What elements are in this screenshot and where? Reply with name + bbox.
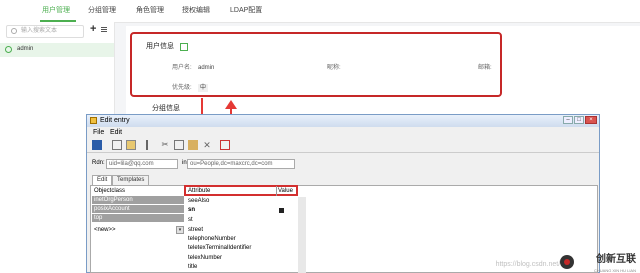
objectclass-row[interactable]: posixAccount bbox=[92, 205, 184, 213]
menu-file[interactable]: File bbox=[93, 128, 104, 137]
attribute-row[interactable]: teletexTerminalIdentifier bbox=[186, 244, 276, 253]
objectclass-header: Objectclass bbox=[94, 188, 126, 194]
dialog-titlebar[interactable] bbox=[87, 115, 599, 127]
tab-user-management[interactable]: 用户管理 bbox=[42, 4, 70, 18]
value-edit-icon[interactable] bbox=[279, 208, 284, 213]
attribute-row[interactable]: seeAlso bbox=[186, 197, 276, 206]
username-value: admin bbox=[198, 65, 215, 71]
search-input[interactable]: 输入搜索文本 bbox=[6, 25, 84, 38]
attribute-row[interactable]: telexNumber bbox=[186, 254, 276, 263]
tab-edit[interactable]: Edit bbox=[92, 175, 113, 185]
minimize-button[interactable]: – bbox=[563, 116, 573, 124]
attribute-row[interactable]: st bbox=[186, 216, 276, 225]
arrow-up-head bbox=[225, 100, 237, 109]
attribute-row[interactable]: telephoneNumber bbox=[186, 235, 276, 244]
save-icon[interactable] bbox=[92, 140, 102, 150]
nickname-label: 昵称: bbox=[327, 65, 341, 71]
sidebar-item-admin[interactable]: admin bbox=[0, 43, 114, 57]
attribute-header: Attribute bbox=[188, 188, 211, 194]
refresh-icon[interactable] bbox=[220, 140, 230, 150]
undo-icon[interactable] bbox=[146, 140, 156, 150]
tab-authorization-edit[interactable]: 授权编辑 bbox=[182, 4, 210, 18]
value-header: Value bbox=[278, 188, 293, 194]
priority-label: 优先级: bbox=[172, 85, 192, 91]
cut-icon[interactable]: ✂ bbox=[160, 140, 170, 150]
close-button[interactable]: × bbox=[585, 116, 597, 124]
rdn-label: Rdn: bbox=[92, 160, 105, 166]
brand-logo-text: 创新互联 bbox=[596, 254, 636, 265]
dropdown-icon[interactable]: ▾ bbox=[176, 226, 184, 234]
brand-logo-subtext: CHUANG XIN HU LIAN bbox=[593, 268, 636, 273]
tab-ldap-config[interactable]: LDAP配置 bbox=[230, 4, 262, 18]
priority-value: 中 bbox=[198, 84, 209, 92]
paste-icon[interactable] bbox=[188, 140, 198, 150]
in-input[interactable]: ou=People,dc=maxcrc,dc=com bbox=[187, 159, 295, 169]
menu-icon[interactable] bbox=[101, 27, 107, 28]
username-label: 用户名: bbox=[172, 65, 192, 71]
search-placeholder: 输入搜索文本 bbox=[21, 28, 58, 34]
tab-role-management[interactable]: 角色管理 bbox=[136, 4, 164, 18]
group-info-title: 分组信息 bbox=[152, 105, 180, 112]
sidebar-item-label: admin bbox=[17, 46, 34, 52]
objectclass-row[interactable]: inetOrgPerson bbox=[92, 196, 184, 204]
dialog-title: Edit entry bbox=[100, 117, 130, 124]
add-user-button[interactable]: + bbox=[90, 23, 96, 35]
edit-icon[interactable] bbox=[180, 43, 188, 51]
column-divider bbox=[276, 186, 277, 196]
new-objectclass-row[interactable]: <new>> bbox=[92, 226, 184, 234]
app-icon bbox=[90, 117, 97, 124]
user-info-title: 用户信息 bbox=[146, 43, 174, 50]
objectclass-row[interactable]: top bbox=[92, 214, 184, 222]
maximize-button[interactable]: □ bbox=[574, 116, 584, 124]
tab-group-management[interactable]: 分组管理 bbox=[88, 4, 116, 18]
watermark-url: https://blog.csdn.net/... bbox=[495, 261, 566, 268]
attribute-row[interactable]: title bbox=[186, 263, 276, 272]
template-icon[interactable] bbox=[126, 140, 136, 150]
attribute-scrollbar[interactable] bbox=[298, 197, 306, 273]
brand-logo-icon bbox=[560, 255, 574, 269]
tab-templates[interactable]: Templates bbox=[112, 175, 150, 185]
properties-icon[interactable] bbox=[112, 140, 122, 150]
copy-icon[interactable] bbox=[174, 140, 184, 150]
user-icon bbox=[5, 46, 12, 53]
menu-edit[interactable]: Edit bbox=[110, 128, 122, 137]
attribute-row[interactable]: street bbox=[186, 226, 276, 235]
search-icon bbox=[11, 28, 17, 34]
rdn-input[interactable]: uid=lila@qq.com bbox=[106, 159, 178, 169]
attribute-row[interactable]: sn bbox=[186, 206, 276, 215]
email-label: 邮箱: bbox=[478, 65, 492, 71]
delete-icon[interactable]: ✕ bbox=[202, 140, 212, 150]
